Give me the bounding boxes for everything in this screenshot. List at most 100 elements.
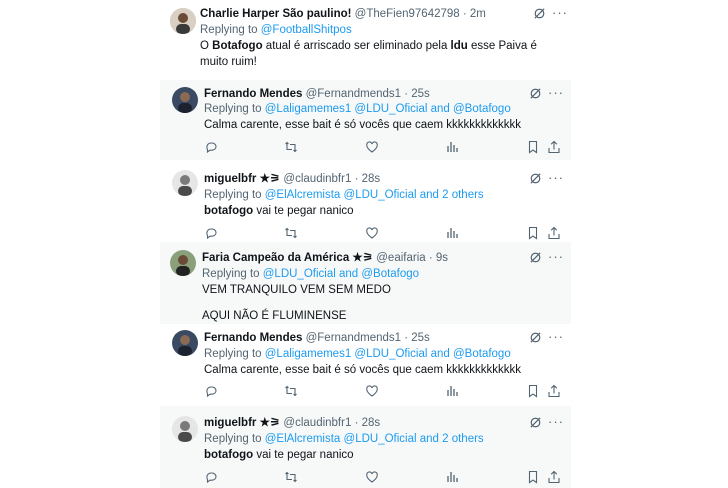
author-name[interactable]: Fernando Mendes: [204, 88, 302, 100]
author-handle[interactable]: @eaifaria: [376, 252, 425, 264]
reply-mentions[interactable]: @ElAlcremista @LDU_Oficial and 2 others: [265, 433, 484, 445]
reply-mentions[interactable]: @Laligamemes1 @LDU_Oficial and @Botafogo: [265, 103, 511, 115]
author-name[interactable]: Faria Campeão da América ★⚞: [202, 252, 373, 264]
retweet-icon[interactable]: [284, 140, 298, 154]
timestamp[interactable]: · 28s: [355, 173, 381, 185]
grok-icon[interactable]: [529, 87, 542, 100]
text-segment: vai te pegar nanico: [253, 205, 354, 217]
replying-to: Replying to @Laligamemes1 @LDU_Oficial a…: [204, 102, 511, 116]
share-icon[interactable]: [547, 226, 561, 240]
tweet-fernando-mendes[interactable]: Fernando Mendes @Fernandmends1 · 25s ···…: [160, 80, 571, 160]
author-line: miguelbfr ★⚞ @claudinbfr1 · 28s: [204, 172, 380, 186]
reply-icon[interactable]: [204, 470, 218, 484]
avatar[interactable]: [172, 170, 198, 196]
reply-icon[interactable]: [204, 226, 218, 240]
replying-to-label: Replying to: [202, 268, 260, 280]
author-name[interactable]: miguelbfr ★⚞: [204, 173, 280, 185]
text-bold: Botafogo: [212, 40, 263, 52]
reply-mentions[interactable]: @ElAlcremista @LDU_Oficial and 2 others: [265, 189, 484, 201]
author-line: miguelbfr ★⚞ @claudinbfr1 · 28s: [204, 416, 380, 430]
reply-icon[interactable]: [204, 384, 218, 398]
more-icon[interactable]: ···: [552, 6, 568, 19]
retweet-icon[interactable]: [284, 226, 298, 240]
text-segment: O: [200, 40, 213, 52]
tweet-text-line-2: AQUI NÃO É FLUMINENSE: [202, 310, 347, 322]
more-icon[interactable]: ···: [548, 415, 564, 428]
replying-to: Replying to @Laligamemes1 @LDU_Oficial a…: [204, 347, 511, 361]
tweet-fernando-mendes-2[interactable]: Fernando Mendes @Fernandmends1 · 25s ···…: [160, 324, 571, 404]
more-icon[interactable]: ···: [548, 86, 564, 99]
grok-icon[interactable]: [529, 251, 542, 264]
replying-to: Replying to @FootballShitpos: [200, 23, 352, 37]
retweet-icon[interactable]: [284, 470, 298, 484]
replying-to-label: Replying to: [204, 103, 262, 115]
grok-icon[interactable]: [529, 172, 542, 185]
author-handle[interactable]: @TheFien97642798: [355, 8, 460, 20]
replying-to-label: Replying to: [204, 189, 262, 201]
author-name[interactable]: miguelbfr ★⚞: [204, 417, 280, 429]
author-line: Fernando Mendes @Fernandmends1 · 25s: [204, 87, 430, 101]
views-icon[interactable]: [445, 140, 459, 154]
avatar[interactable]: [170, 250, 196, 276]
timestamp[interactable]: · 2m: [463, 8, 486, 20]
replying-to: Replying to @ElAlcremista @LDU_Oficial a…: [204, 432, 484, 446]
share-icon[interactable]: [547, 140, 561, 154]
like-icon[interactable]: [365, 226, 379, 240]
grok-icon[interactable]: [533, 7, 546, 20]
author-handle[interactable]: @Fernandmends1: [306, 332, 401, 344]
replying-to: Replying to @ElAlcremista @LDU_Oficial a…: [204, 188, 484, 202]
avatar[interactable]: [170, 8, 196, 34]
retweet-icon[interactable]: [284, 384, 298, 398]
timestamp[interactable]: · 28s: [355, 417, 381, 429]
more-icon[interactable]: ···: [548, 330, 564, 343]
timestamp[interactable]: · 25s: [404, 88, 430, 100]
share-icon[interactable]: [547, 470, 561, 484]
more-icon[interactable]: ···: [548, 171, 564, 184]
bookmark-icon[interactable]: [526, 226, 540, 240]
grok-icon[interactable]: [529, 416, 542, 429]
reply-mentions[interactable]: @LDU_Oficial and @Botafogo: [263, 268, 419, 280]
bookmark-icon[interactable]: [526, 140, 540, 154]
reply-icon[interactable]: [204, 140, 218, 154]
reply-mentions[interactable]: @Laligamemes1 @LDU_Oficial and @Botafogo: [265, 348, 511, 360]
like-icon[interactable]: [365, 384, 379, 398]
share-icon[interactable]: [547, 384, 561, 398]
reply-mentions[interactable]: @FootballShitpos: [261, 24, 352, 36]
avatar[interactable]: [172, 416, 198, 442]
tweet-miguelbfr-2[interactable]: miguelbfr ★⚞ @claudinbfr1 · 28s ··· Repl…: [160, 406, 571, 488]
author-handle[interactable]: @claudinbfr1: [283, 417, 351, 429]
author-line: Fernando Mendes @Fernandmends1 · 25s: [204, 331, 430, 345]
grok-icon[interactable]: [529, 331, 542, 344]
tweet-text: O Botafogo atual é arriscado ser elimina…: [200, 38, 545, 70]
author-name[interactable]: Charlie Harper São paulino!: [200, 8, 351, 20]
author-line: Faria Campeão da América ★⚞ @eaifaria · …: [202, 251, 448, 265]
replying-to-label: Replying to: [204, 433, 262, 445]
text-segment: vai te pegar nanico: [253, 449, 354, 461]
views-icon[interactable]: [445, 470, 459, 484]
author-line: Charlie Harper São paulino! @TheFien9764…: [200, 7, 486, 21]
bookmark-icon[interactable]: [526, 384, 540, 398]
tweet-text: botafogo vai te pegar nanico: [204, 447, 554, 463]
like-icon[interactable]: [365, 470, 379, 484]
replying-to: Replying to @LDU_Oficial and @Botafogo: [202, 267, 419, 281]
replying-to-label: Replying to: [200, 24, 258, 36]
tweet-faria[interactable]: Faria Campeão da América ★⚞ @eaifaria · …: [160, 242, 571, 324]
more-icon[interactable]: ···: [548, 250, 564, 263]
tweet-text: Calma carente, esse bait é só vocês que …: [204, 119, 522, 131]
views-icon[interactable]: [445, 226, 459, 240]
timestamp[interactable]: · 25s: [404, 332, 430, 344]
tweet-charlie-harper[interactable]: Charlie Harper São paulino! @TheFien9764…: [160, 0, 571, 80]
like-icon[interactable]: [365, 140, 379, 154]
text-bold: botafogo: [204, 449, 254, 461]
bookmark-icon[interactable]: [526, 470, 540, 484]
author-handle[interactable]: @Fernandmends1: [306, 88, 401, 100]
text-bold: botafogo: [204, 205, 254, 217]
avatar[interactable]: [172, 87, 198, 113]
timestamp[interactable]: · 9s: [429, 252, 448, 264]
avatar[interactable]: [172, 330, 198, 356]
replying-to-label: Replying to: [204, 348, 262, 360]
author-handle[interactable]: @claudinbfr1: [283, 173, 351, 185]
author-name[interactable]: Fernando Mendes: [204, 332, 302, 344]
tweet-miguelbfr[interactable]: miguelbfr ★⚞ @claudinbfr1 · 28s ··· Repl…: [160, 162, 571, 240]
views-icon[interactable]: [445, 384, 459, 398]
